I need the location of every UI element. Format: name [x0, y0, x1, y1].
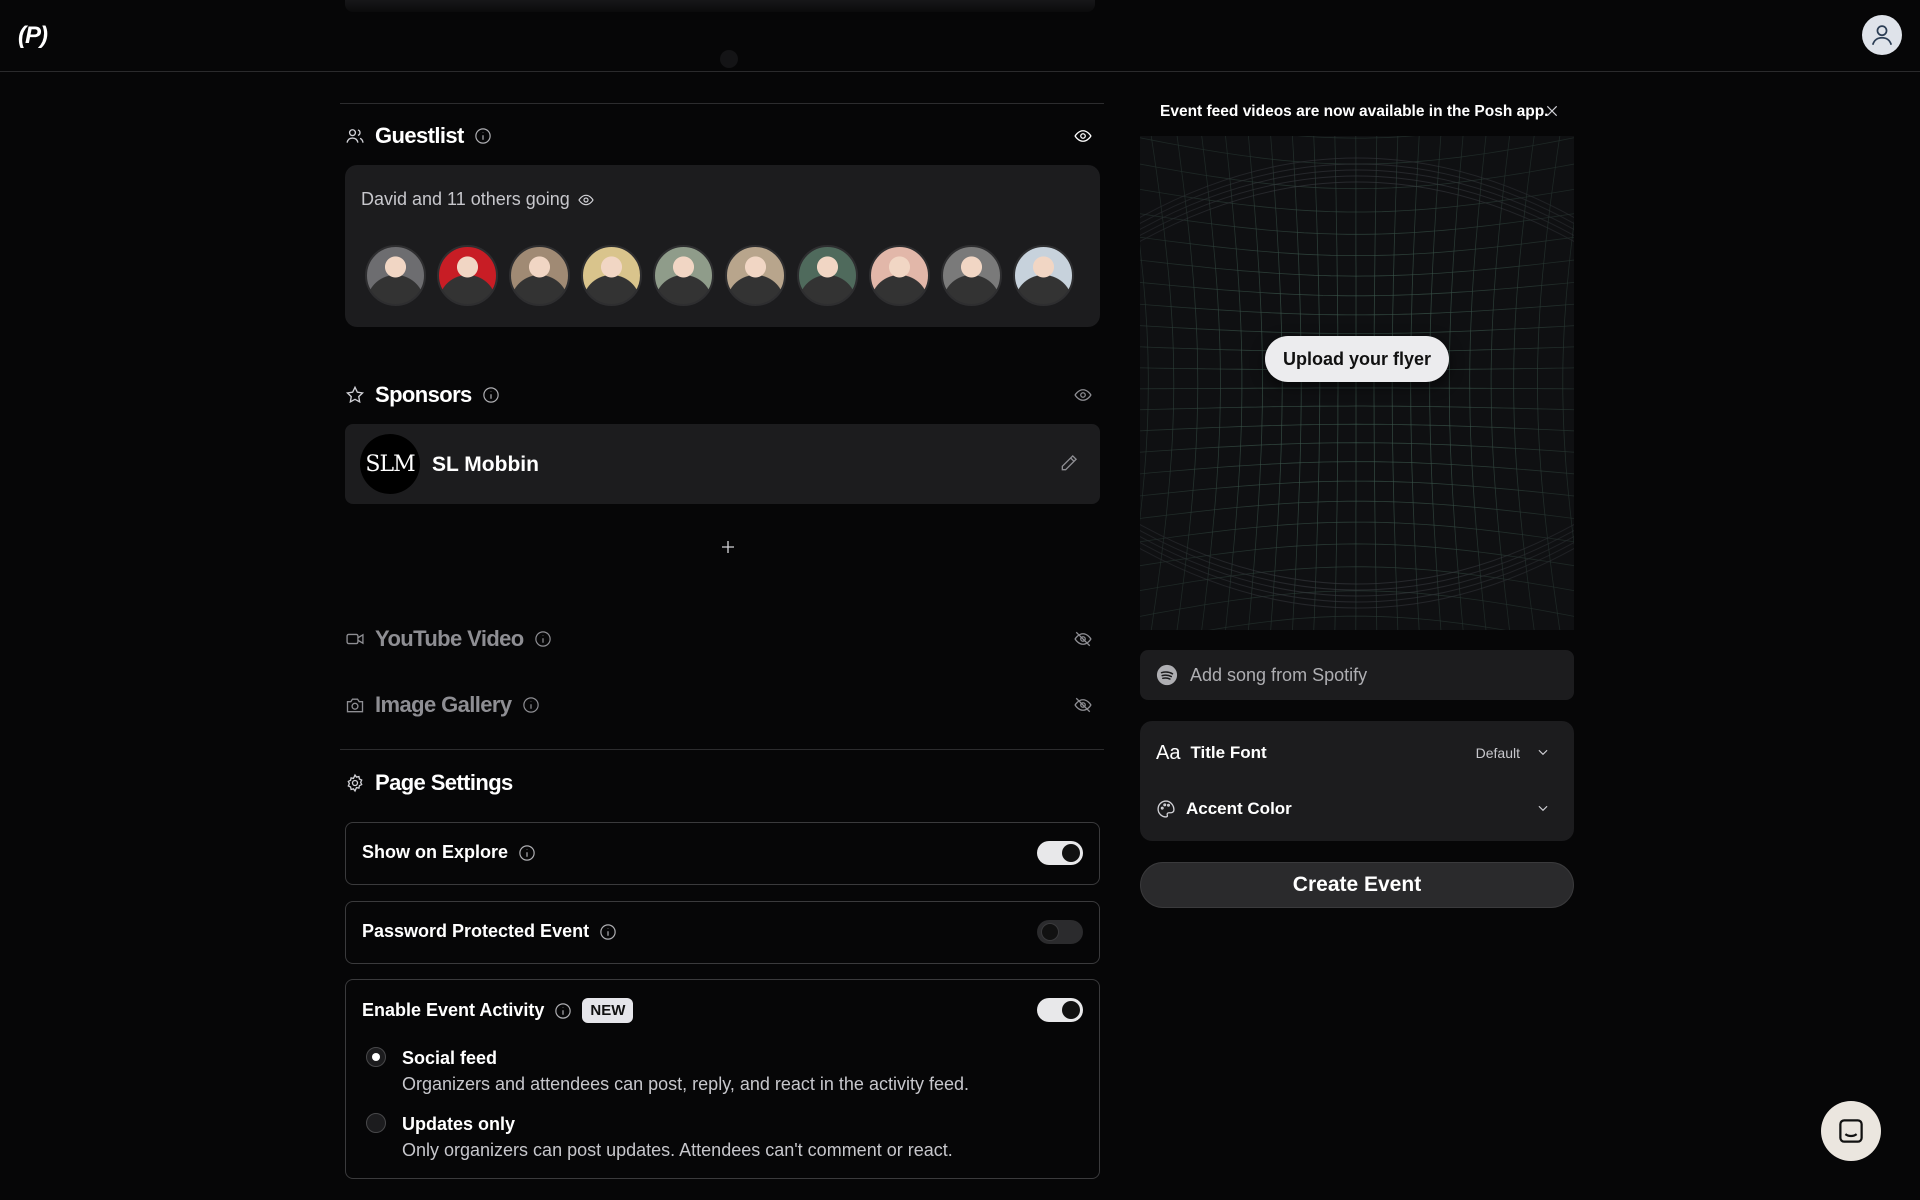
eye-icon[interactable]	[1072, 127, 1094, 145]
posh-logo[interactable]: (P)	[18, 22, 48, 50]
create-event-button[interactable]: Create Event	[1140, 862, 1574, 908]
upload-flyer-button[interactable]: Upload your flyer	[1265, 336, 1449, 382]
show-on-explore-row: Show on Explore	[345, 822, 1100, 885]
divider	[340, 749, 1104, 750]
profile-avatar-button[interactable]	[1862, 15, 1902, 55]
guest-avatar[interactable]	[509, 245, 570, 306]
chat-icon	[1839, 1119, 1863, 1143]
style-settings-card: Aa Title Font Default Accent Color	[1140, 721, 1574, 841]
info-icon[interactable]	[554, 1002, 572, 1020]
guestlist-card[interactable]: David and 11 others going	[345, 165, 1100, 327]
title-font-row[interactable]: Aa Title Font Default	[1156, 741, 1560, 765]
guest-avatar[interactable]	[365, 245, 426, 306]
eye-icon[interactable]	[1072, 386, 1094, 404]
event-activity-card: Enable Event Activity NEW Social feed Or…	[345, 979, 1100, 1179]
social-feed-title[interactable]: Social feed	[402, 1048, 497, 1069]
social-feed-radio[interactable]	[366, 1047, 386, 1067]
guest-avatar[interactable]	[653, 245, 714, 306]
spotify-icon	[1156, 664, 1178, 686]
guest-avatar[interactable]	[437, 245, 498, 306]
scroll-indicator	[720, 50, 738, 68]
chevron-down-icon	[1536, 745, 1550, 759]
new-badge: NEW	[582, 998, 634, 1023]
sponsors-title: Sponsors	[375, 382, 472, 407]
guest-avatar[interactable]	[725, 245, 786, 306]
guest-avatars	[365, 245, 1074, 306]
info-icon[interactable]	[474, 127, 492, 145]
divider	[340, 103, 1104, 104]
gear-icon	[345, 773, 365, 793]
guest-avatar[interactable]	[797, 245, 858, 306]
page-settings-title: Page Settings	[375, 770, 513, 795]
close-icon[interactable]	[1545, 104, 1559, 118]
youtube-header[interactable]: YouTube Video	[345, 624, 552, 654]
chevron-down-icon	[1536, 801, 1550, 815]
scrolled-content-edge	[345, 0, 1095, 12]
updates-only-title[interactable]: Updates only	[402, 1114, 515, 1135]
info-icon[interactable]	[534, 630, 552, 648]
edit-icon[interactable]	[1059, 453, 1079, 473]
support-chat-button[interactable]	[1821, 1101, 1881, 1161]
updates-only-radio[interactable]	[366, 1113, 386, 1133]
sponsor-logo: SLM	[360, 434, 420, 494]
guest-avatar[interactable]	[869, 245, 930, 306]
font-icon: Aa	[1156, 741, 1181, 764]
camera-icon	[345, 695, 365, 715]
sponsor-name: SL Mobbin	[432, 453, 539, 476]
plus-icon	[722, 541, 734, 553]
title-font-label: Title Font	[1190, 743, 1267, 762]
banner-text: Event feed videos are now available in t…	[1160, 103, 1549, 120]
image-gallery-title: Image Gallery	[375, 692, 512, 717]
info-icon[interactable]	[482, 386, 500, 404]
user-icon	[1871, 25, 1893, 46]
video-camera-icon	[345, 629, 365, 649]
guestlist-header: Guestlist	[345, 121, 492, 151]
event-activity-toggle[interactable]	[1037, 998, 1083, 1022]
eye-off-icon[interactable]	[1072, 696, 1094, 714]
social-feed-desc: Organizers and attendees can post, reply…	[402, 1074, 969, 1094]
guestlist-title: Guestlist	[375, 123, 464, 148]
users-icon	[345, 126, 365, 146]
guest-avatar[interactable]	[1013, 245, 1074, 306]
spotify-song-input[interactable]: Add song from Spotify	[1140, 650, 1574, 700]
star-icon	[345, 385, 365, 405]
accent-color-row[interactable]: Accent Color	[1156, 797, 1560, 821]
password-protected-toggle[interactable]	[1037, 920, 1083, 944]
grid-backdrop	[1140, 136, 1574, 630]
sponsors-header: Sponsors	[345, 380, 500, 410]
info-icon[interactable]	[599, 923, 617, 941]
add-sponsor-button[interactable]	[718, 538, 738, 558]
updates-only-desc: Only organizers can post updates. Attend…	[402, 1140, 953, 1160]
feed-videos-banner: Event feed videos are now available in t…	[1140, 92, 1574, 132]
password-protected-label: Password Protected Event	[362, 921, 590, 941]
info-icon[interactable]	[522, 696, 540, 714]
eye-off-icon[interactable]	[1072, 630, 1094, 648]
top-bar: (P)	[0, 0, 1920, 72]
title-font-value: Default	[1475, 745, 1520, 761]
guest-avatar[interactable]	[581, 245, 642, 306]
show-on-explore-label: Show on Explore	[362, 842, 509, 862]
info-icon[interactable]	[518, 844, 536, 862]
eye-icon	[576, 192, 596, 208]
sponsor-card[interactable]: SLM SL Mobbin	[345, 424, 1100, 504]
event-activity-label: Enable Event Activity	[362, 1000, 545, 1020]
palette-icon	[1156, 799, 1176, 819]
image-gallery-header[interactable]: Image Gallery	[345, 690, 540, 720]
spotify-placeholder: Add song from Spotify	[1190, 664, 1368, 685]
guest-avatar[interactable]	[941, 245, 1002, 306]
youtube-title: YouTube Video	[375, 626, 524, 651]
accent-color-label: Accent Color	[1186, 799, 1292, 818]
page-settings-header: Page Settings	[345, 768, 513, 798]
show-on-explore-toggle[interactable]	[1037, 841, 1083, 865]
password-protected-row: Password Protected Event	[345, 901, 1100, 964]
flyer-upload-area[interactable]: Upload your flyer	[1140, 136, 1574, 630]
guestlist-summary: David and 11 others going	[361, 189, 570, 209]
